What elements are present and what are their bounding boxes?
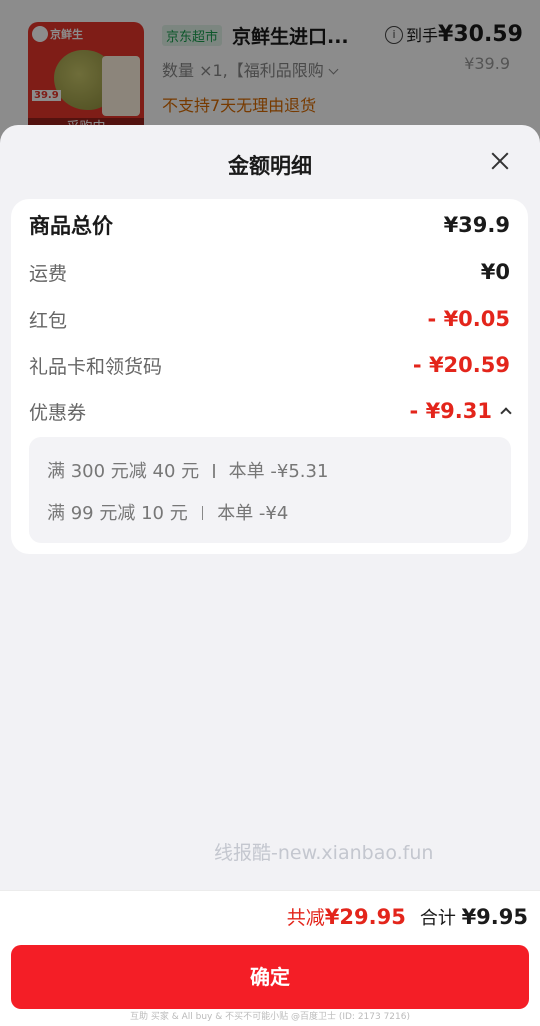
- coupon-toggle[interactable]: - ¥9.31: [409, 399, 512, 423]
- summary-line: 共减¥29.95 合计 ¥9.95: [287, 903, 528, 930]
- row-label: 运费: [29, 262, 68, 285]
- divider: [201, 506, 204, 520]
- total-value: ¥9.95: [461, 905, 528, 929]
- row-goods-total: 商品总价 ¥39.9: [29, 209, 510, 241]
- row-label: 商品总价: [29, 214, 113, 238]
- total-reduced: 共减¥29.95: [287, 903, 406, 930]
- row-gift-card: 礼品卡和领货码 - ¥20.59: [29, 349, 510, 381]
- footer-bar: 共减¥29.95 合计 ¥9.95 确定 互助 买家 & All buy & 不…: [0, 890, 540, 1026]
- coupon-item: 满 300 元减 40 元 本单 -¥5.31: [47, 457, 328, 483]
- row-value: ¥0: [480, 260, 510, 284]
- row-shipping: 运费 ¥0: [29, 256, 510, 288]
- reduced-label: 共减: [286, 907, 325, 929]
- confirm-button[interactable]: 确定: [11, 945, 529, 1009]
- coupon-detail-box: 满 300 元减 40 元 本单 -¥5.31 满 99 元减 10 元 本单 -¥…: [29, 437, 511, 543]
- row-label: 优惠券: [29, 401, 87, 424]
- row-value: - ¥9.31: [409, 399, 492, 423]
- row-label: 红包: [29, 309, 68, 332]
- grand-total: 合计 ¥9.95: [420, 904, 528, 930]
- amount-breakdown-card: 商品总价 ¥39.9 运费 ¥0 红包 - ¥0.05 礼品卡和领货码 - ¥2…: [11, 199, 528, 554]
- coupon-item: 满 99 元减 10 元 本单 -¥4: [47, 499, 288, 525]
- chevron-up-icon: [500, 407, 512, 419]
- footnote: 互助 买家 & All buy & 不买不可能小贴 @百度卫士 (ID: 217…: [130, 1012, 410, 1022]
- close-icon[interactable]: [488, 149, 512, 173]
- total-label: 合计: [419, 908, 456, 929]
- coupon-rule: 满 99 元减 10 元: [47, 503, 188, 524]
- reduced-value: ¥29.95: [324, 905, 406, 929]
- coupon-this-order: 本单 -¥4: [217, 503, 289, 524]
- row-value: ¥39.9: [443, 213, 510, 237]
- row-value: - ¥20.59: [412, 353, 510, 377]
- row-label: 礼品卡和领货码: [29, 355, 163, 378]
- row-coupon[interactable]: 优惠券 - ¥9.31: [29, 395, 512, 427]
- sheet-title: 金额明细: [228, 154, 312, 178]
- watermark: 线报酷-new.xianbao.fun: [214, 842, 434, 864]
- row-red-packet: 红包 - ¥0.05: [29, 303, 510, 335]
- divider: [213, 464, 215, 478]
- coupon-rule: 满 300 元减 40 元: [47, 461, 200, 482]
- row-value: - ¥0.05: [427, 307, 510, 331]
- coupon-this-order: 本单 -¥5.31: [228, 461, 329, 482]
